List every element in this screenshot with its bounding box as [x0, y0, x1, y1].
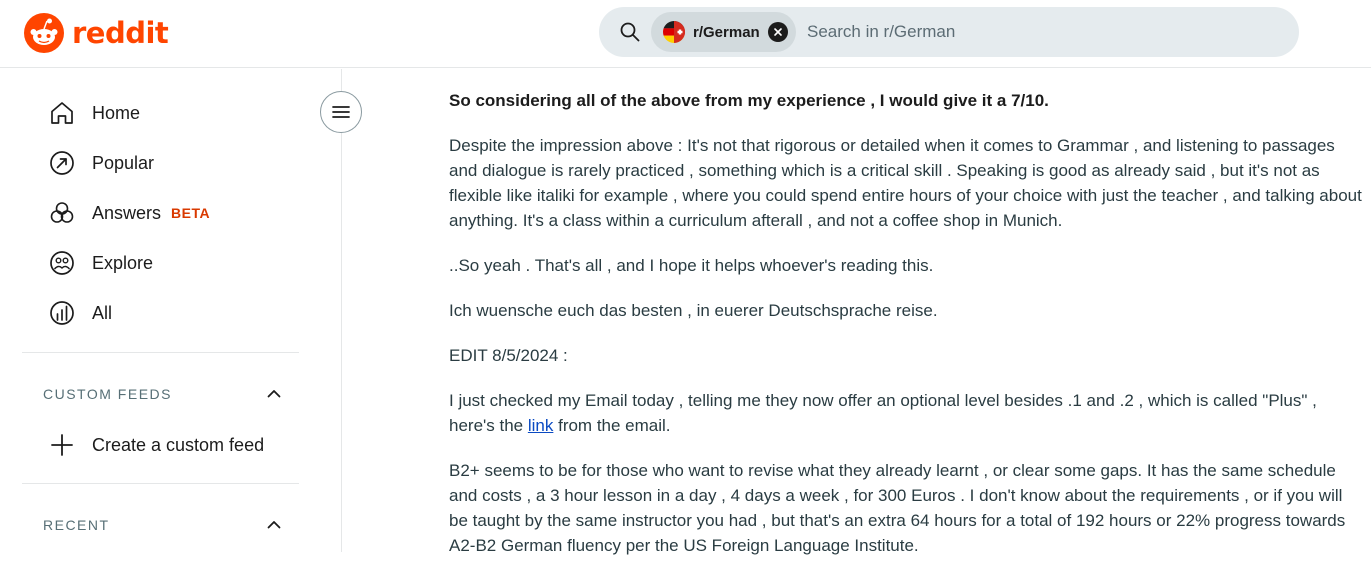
chevron-up-icon [267, 521, 281, 529]
sidebar-item-label: Popular [92, 152, 155, 173]
close-icon [773, 28, 782, 36]
sidebar-item-all[interactable]: All [48, 298, 112, 328]
recent-section-toggle[interactable]: RECENT [43, 516, 283, 534]
sidebar-divider [22, 483, 299, 484]
reddit-logo[interactable]: reddit [24, 13, 169, 53]
custom-feeds-heading: CUSTOM FEEDS [43, 386, 172, 402]
collapse-sidebar-button[interactable] [320, 91, 362, 133]
left-sidebar: Home Popular Answers BETA Explore All CU… [0, 69, 342, 552]
reddit-snoo-icon [24, 13, 64, 53]
post-paragraph: B2+ seems to be for those who want to re… [449, 461, 1346, 555]
top-header: reddit r/German [0, 0, 1371, 68]
beta-badge: BETA [171, 205, 211, 221]
post-paragraph: So considering all of the above from my … [449, 91, 1049, 110]
create-custom-feed-label: Create a custom feed [92, 434, 265, 455]
sidebar-item-label: Home [92, 102, 141, 123]
sidebar-divider [22, 352, 299, 353]
sidebar-item-answers[interactable]: Answers BETA [48, 198, 210, 228]
search-icon [620, 22, 640, 42]
sidebar-item-explore[interactable]: Explore [48, 248, 153, 278]
popular-icon [50, 151, 74, 175]
community-filter-chip: r/German [651, 12, 796, 52]
answers-icon [50, 202, 74, 223]
email-link[interactable]: link [528, 416, 554, 435]
create-custom-feed-button[interactable]: Create a custom feed [48, 430, 264, 460]
home-icon [51, 102, 73, 124]
post-paragraph: Ich wuensche euch das besten , in euerer… [449, 301, 938, 320]
remove-community-filter-button[interactable] [767, 22, 788, 42]
reddit-wordmark: reddit [72, 16, 169, 50]
community-chip-label: r/German [693, 23, 760, 41]
explore-icon [50, 251, 74, 275]
sidebar-item-label: Explore [92, 252, 154, 273]
chevron-up-icon [267, 390, 281, 398]
sidebar-item-popular[interactable]: Popular [48, 148, 154, 178]
search-input[interactable] [807, 17, 1277, 47]
sidebar-item-label: All [92, 302, 113, 323]
post-body: So considering all of the above from my … [449, 88, 1364, 578]
hamburger-menu-icon [332, 106, 350, 118]
sidebar-item-label: Answers [92, 202, 162, 223]
sidebar-item-home[interactable]: Home [48, 98, 140, 128]
post-paragraph: EDIT 8/5/2024 : [449, 346, 568, 365]
post-paragraph: ..So yeah . That's all , and I hope it h… [449, 256, 934, 275]
recent-heading: RECENT [43, 517, 110, 533]
post-paragraph: Despite the impression above : It's not … [449, 136, 1362, 230]
custom-feeds-section-toggle[interactable]: CUSTOM FEEDS [43, 385, 283, 403]
plus-icon [51, 434, 73, 456]
post-text: from the email. [553, 416, 671, 435]
all-icon [50, 301, 74, 325]
search-bar[interactable]: r/German [599, 7, 1299, 57]
post-paragraph: I just checked my Email today , telling … [449, 388, 1364, 438]
r-german-community-icon [663, 21, 685, 43]
